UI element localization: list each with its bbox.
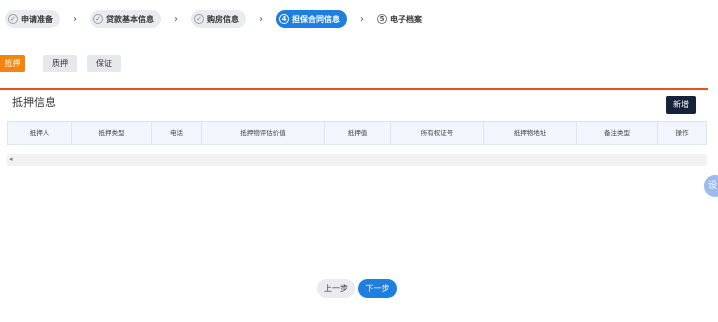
section-title: 抵押信息 bbox=[12, 96, 56, 109]
check-circle-icon: ✓ bbox=[8, 14, 18, 24]
step-loan-basic-info[interactable]: ✓ 贷款基本信息 bbox=[90, 10, 161, 28]
column-header[interactable]: 抵押人 bbox=[8, 122, 72, 144]
step-number-icon: 5 bbox=[377, 14, 387, 24]
column-header[interactable]: 抵押值 bbox=[325, 122, 391, 144]
column-header[interactable]: 备注类型 bbox=[577, 122, 658, 144]
step-number-icon: 4 bbox=[279, 14, 289, 24]
check-circle-icon: ✓ bbox=[194, 14, 204, 24]
add-button[interactable]: 新增 bbox=[666, 96, 696, 114]
check-circle-icon: ✓ bbox=[93, 14, 103, 24]
scroll-left-icon[interactable]: ◂ bbox=[9, 155, 13, 163]
step-house-purchase-info[interactable]: ✓ 购房信息 bbox=[191, 10, 246, 28]
tab-mortgage[interactable]: 抵押 bbox=[0, 55, 25, 72]
step-label: 贷款基本信息 bbox=[106, 14, 154, 24]
collateral-tabs: 抵押 质押 保证 bbox=[0, 55, 131, 72]
chevron-right-icon: › bbox=[360, 13, 364, 25]
chevron-right-icon: › bbox=[73, 13, 77, 25]
step-label: 电子档案 bbox=[390, 14, 422, 24]
step-apply-prepare[interactable]: ✓ 申请准备 bbox=[5, 10, 60, 28]
column-header[interactable]: 抵押类型 bbox=[72, 122, 152, 144]
step-progress-bar: ✓ 申请准备 › ✓ 贷款基本信息 › ✓ 购房信息 › 4 担保合同信息 › … bbox=[0, 10, 429, 28]
tab-guarantee[interactable]: 保证 bbox=[87, 55, 121, 72]
floating-settings-button[interactable]: 设 bbox=[704, 175, 718, 197]
next-step-button[interactable]: 下一步 bbox=[358, 279, 397, 298]
column-header[interactable]: 抵押物评估价值 bbox=[202, 122, 325, 144]
mortgage-table-header: 抵押人 抵押类型 电话 抵押物评估价值 抵押值 所有权证号 抵押物地址 备注类型… bbox=[7, 121, 707, 145]
column-header[interactable]: 操作 bbox=[658, 122, 706, 144]
column-header[interactable]: 抵押物地址 bbox=[484, 122, 577, 144]
step-electronic-archive[interactable]: 5 电子档案 bbox=[377, 10, 429, 28]
horizontal-scrollbar[interactable]: ◂ bbox=[7, 154, 707, 166]
step-label: 申请准备 bbox=[21, 14, 53, 24]
column-header[interactable]: 电话 bbox=[152, 122, 202, 144]
step-label: 担保合同信息 bbox=[292, 14, 340, 24]
tab-pledge[interactable]: 质押 bbox=[43, 55, 77, 72]
step-guarantee-contract-info[interactable]: 4 担保合同信息 bbox=[276, 10, 347, 28]
chevron-right-icon: › bbox=[259, 13, 263, 25]
chevron-right-icon: › bbox=[174, 13, 178, 25]
column-header[interactable]: 所有权证号 bbox=[391, 122, 484, 144]
step-label: 购房信息 bbox=[207, 14, 239, 24]
previous-step-button[interactable]: 上一步 bbox=[317, 279, 355, 298]
section-divider bbox=[0, 88, 708, 90]
